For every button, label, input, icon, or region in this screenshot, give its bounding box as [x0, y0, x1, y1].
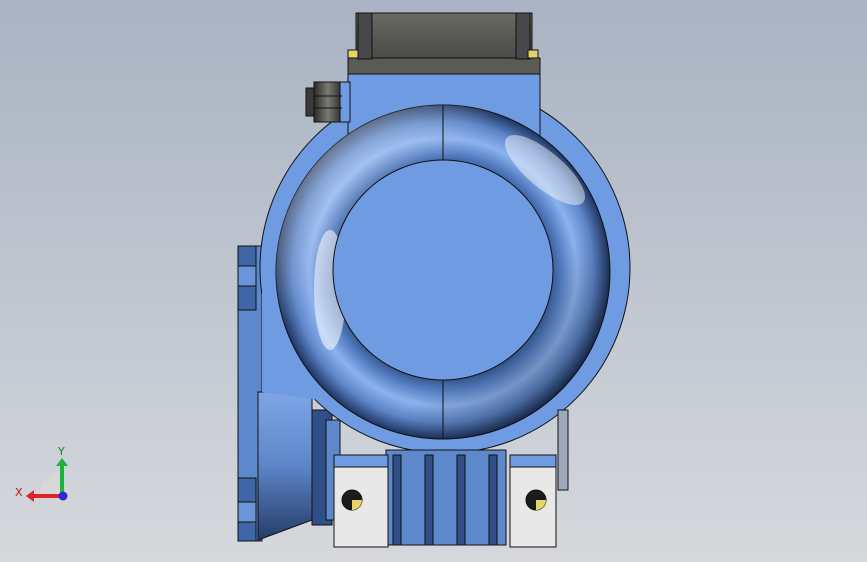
cad-scene[interactable]: Y X — [0, 0, 867, 562]
cooling-fins — [385, 449, 507, 546]
end-cap-center — [332, 159, 554, 381]
3d-viewport[interactable]: Y X — [0, 0, 867, 562]
z-axis-dot — [58, 491, 68, 501]
screw-right — [527, 49, 539, 59]
terminal-box-cover — [355, 12, 533, 60]
mounting-foot-left[interactable] — [333, 454, 389, 548]
x-axis-label: X — [15, 486, 23, 499]
y-axis-label: Y — [57, 445, 65, 458]
cable-gland — [305, 81, 351, 123]
mounting-foot-right[interactable] — [509, 454, 557, 548]
screw-left — [347, 49, 359, 59]
